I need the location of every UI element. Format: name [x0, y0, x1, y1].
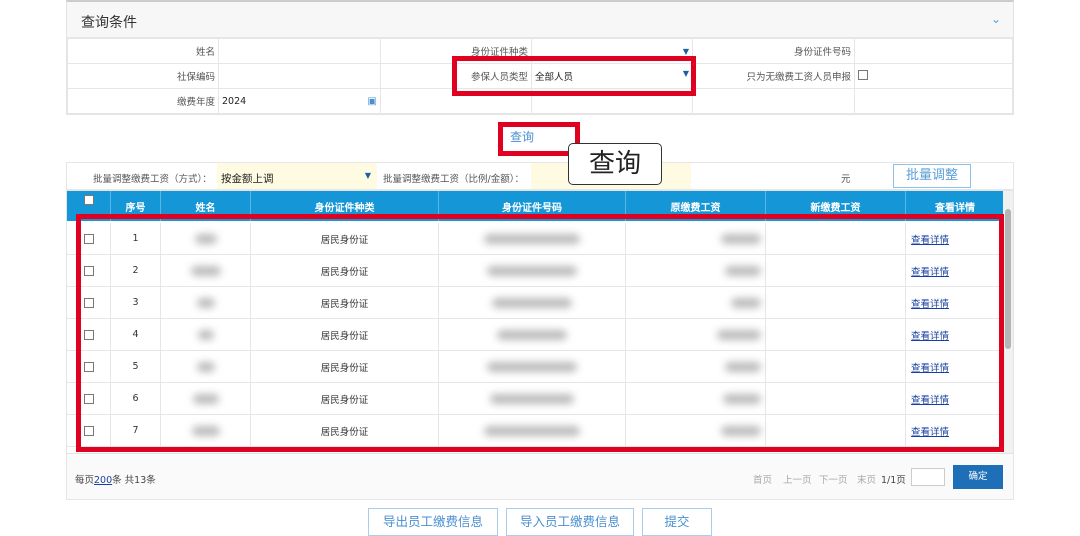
first-page[interactable]: 首页: [753, 472, 772, 486]
export-button[interactable]: 导出员工缴费信息: [368, 508, 498, 536]
batch-method-label: 批量调整缴费工资（方式）：: [93, 174, 212, 185]
batch-adjust-bar: 批量调整缴费工资（方式）： 按金额上调 ▼ 批量调整缴费工资（比例/金额）： 元 …: [66, 162, 1014, 190]
prev-page[interactable]: 上一页: [783, 472, 812, 486]
page-input[interactable]: [911, 468, 945, 486]
page-info: 1/1页: [881, 475, 906, 486]
id-number-input[interactable]: [854, 38, 1013, 64]
name-input[interactable]: [218, 38, 381, 64]
unit-label: 元: [841, 174, 851, 185]
dropdown-arrow-icon: ▼: [364, 171, 371, 180]
calendar-icon[interactable]: ▣: [368, 96, 377, 107]
dropdown-arrow-icon: ▼: [682, 46, 689, 56]
pagination: 每页200条 共13条 首页 上一页 下一页 末页 1/1页 确定: [66, 454, 1014, 500]
social-code-input[interactable]: [218, 63, 381, 89]
callout-tooltip: 查询: [568, 143, 662, 185]
submit-button[interactable]: 提交: [642, 508, 712, 536]
select-all-checkbox[interactable]: [83, 195, 94, 205]
panel-title: 查询条件: [81, 15, 137, 31]
social-code-label: 社保编码: [67, 63, 219, 89]
highlight-box: [452, 56, 696, 96]
confirm-button[interactable]: 确定: [953, 465, 1003, 489]
scrollbar-thumb[interactable]: [1005, 209, 1011, 349]
only-no-wage-label: 只为无缴费工资人员申报: [692, 63, 855, 89]
per-page-link[interactable]: 200: [94, 475, 112, 486]
year-label: 缴费年度: [67, 88, 219, 114]
id-number-label: 身份证件号码: [692, 38, 855, 64]
batch-method-select[interactable]: 按金额上调 ▼: [217, 163, 377, 189]
batch-amount-label: 批量调整缴费工资（比例/金额）：: [383, 174, 524, 185]
name-label: 姓名: [67, 38, 219, 64]
highlight-box: [76, 214, 1004, 452]
scrollbar[interactable]: [1003, 191, 1013, 453]
year-input[interactable]: 2024 ▣: [218, 88, 381, 114]
batch-adjust-button[interactable]: 批量调整: [893, 164, 971, 188]
next-page[interactable]: 下一页: [819, 472, 848, 486]
last-page[interactable]: 末页: [857, 472, 876, 486]
import-button[interactable]: 导入员工缴费信息: [506, 508, 634, 536]
chevron-down-icon[interactable]: ⌄: [991, 12, 1001, 26]
only-no-wage-checkbox[interactable]: [858, 69, 868, 80]
